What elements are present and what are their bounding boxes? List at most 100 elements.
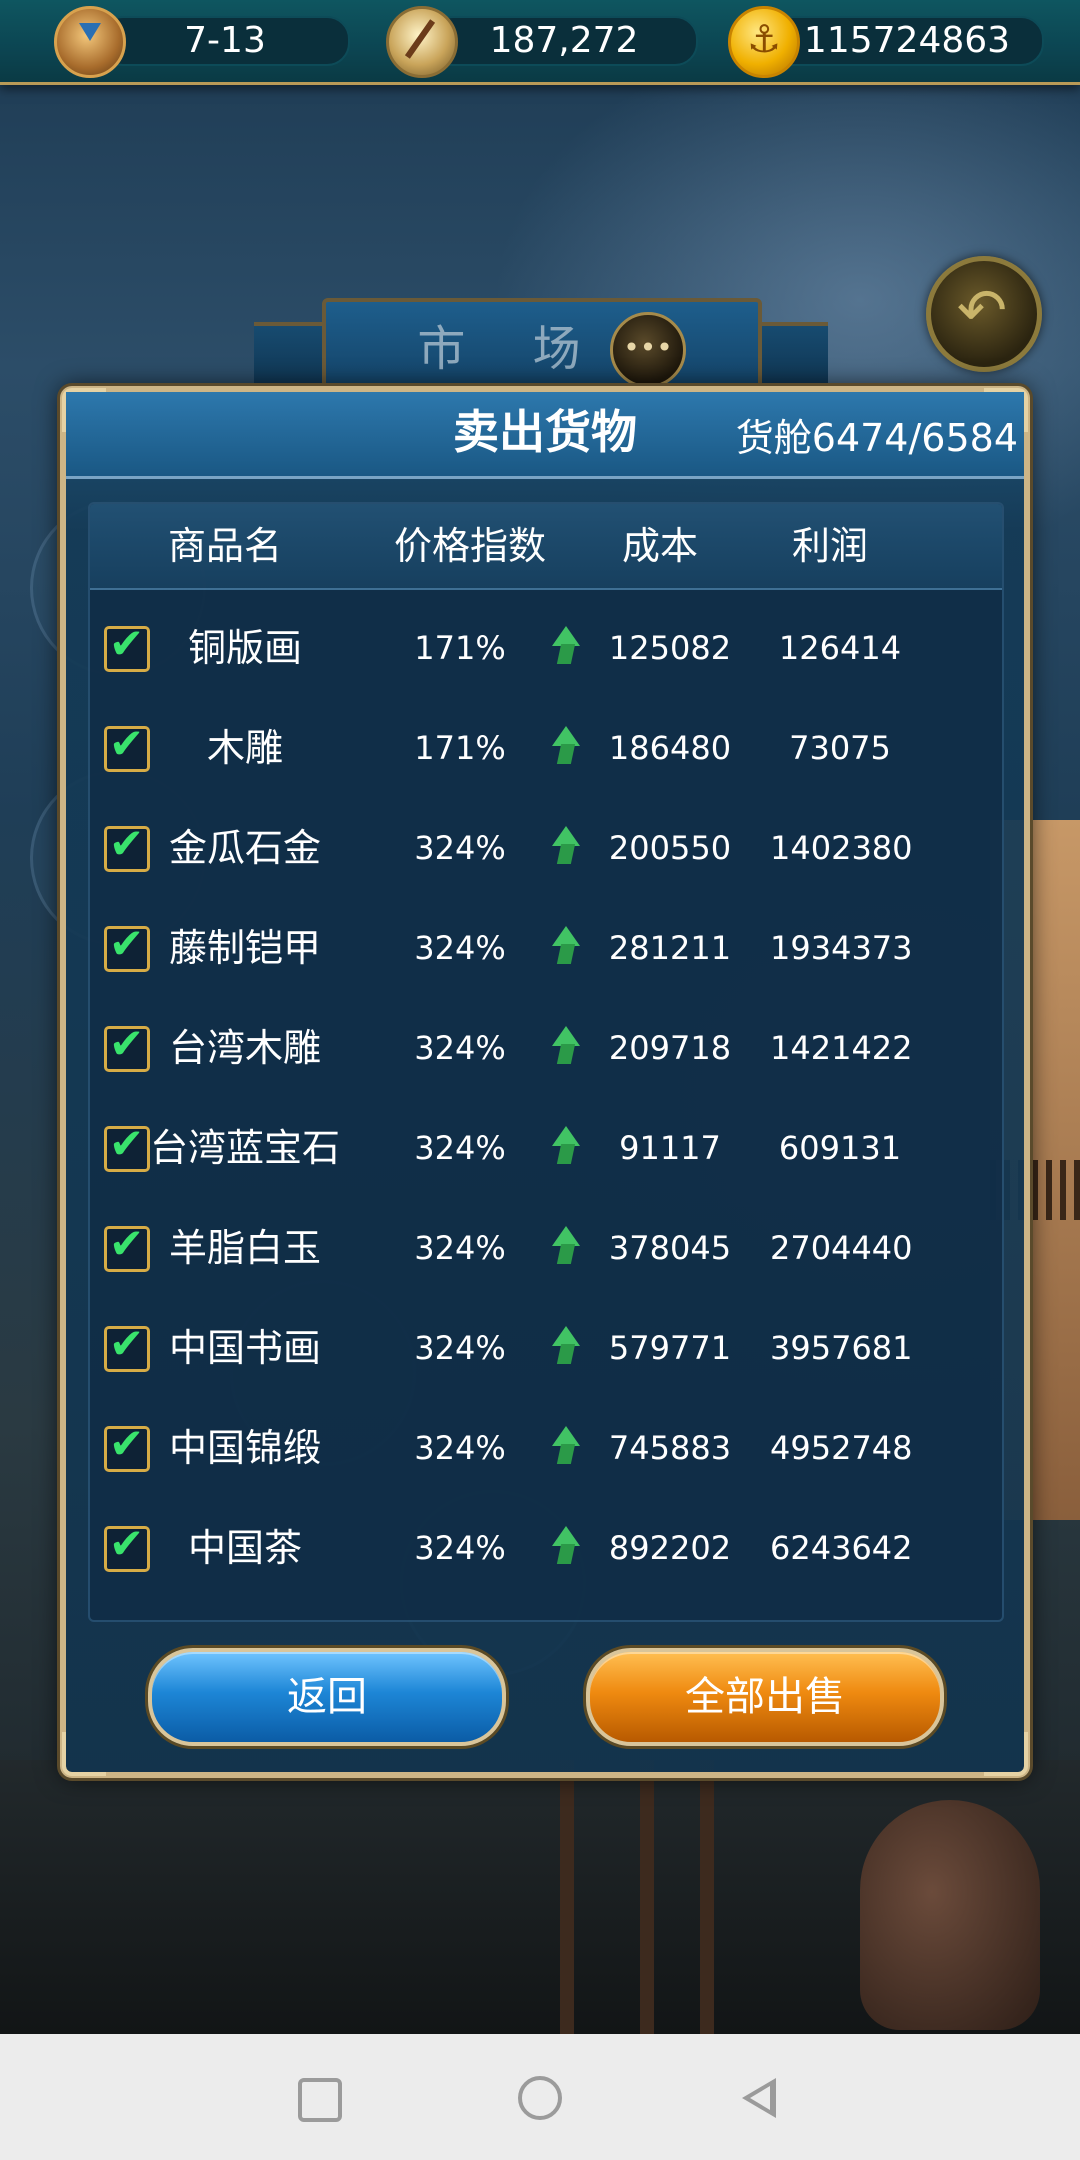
table-header: 商品名 价格指数 成本 利润: [90, 504, 1002, 590]
checkmark-icon: ✔: [109, 1219, 145, 1268]
compass-icon: [386, 6, 458, 78]
checkmark-icon: ✔: [109, 819, 145, 868]
table-row[interactable]: ✔ 中国茶 324% 892202 6243642: [90, 1498, 1002, 1598]
cost-value: 892202: [608, 1529, 732, 1567]
dialog-corner-ornament: [984, 1732, 1028, 1776]
system-navigation-bar: [0, 2034, 1080, 2160]
product-name: 金瓜石金: [168, 826, 321, 870]
price-index: 324%: [414, 1029, 506, 1067]
checkmark-icon: ✔: [109, 1019, 145, 1068]
background-post: [640, 1760, 654, 2034]
gold-coin-icon: [728, 6, 800, 78]
table-row[interactable]: ✔ 台湾蓝宝石 324% 91117 609131: [90, 1098, 1002, 1198]
price-index: 324%: [414, 1129, 506, 1167]
return-button[interactable]: ↶: [926, 256, 1042, 372]
up-arrow-icon: [552, 1326, 580, 1366]
dialog-header: 卖出货物 货舱6474/6584: [66, 392, 1024, 479]
profit-value: 6243642: [770, 1529, 913, 1567]
hourglass-icon: [54, 6, 126, 78]
price-index: 324%: [414, 1329, 506, 1367]
gold-display: 115724863: [770, 16, 1044, 66]
gold-value: 115724863: [803, 20, 1011, 61]
table-row[interactable]: ✔ 藤制铠甲 324% 281211 1934373: [90, 898, 1002, 998]
profit-value: 73075: [789, 729, 891, 767]
header-product-name: 商品名: [167, 524, 282, 568]
cargo-capacity: 货舱6474/6584: [735, 416, 1018, 460]
checkmark-icon: ✔: [109, 619, 145, 668]
sell-goods-dialog: 卖出货物 货舱6474/6584 商品名 价格指数 成本 利润 ✔ 铜版画 17…: [60, 386, 1030, 1778]
background-post: [700, 1760, 714, 2034]
checkmark-icon: ✔: [109, 1519, 145, 1568]
table-row[interactable]: ✔ 木雕 171% 186480 73075: [90, 698, 1002, 798]
cost-value: 579771: [608, 1329, 732, 1367]
checkmark-icon: ✔: [109, 1419, 145, 1468]
checkmark-icon: ✔: [109, 719, 145, 768]
product-name: 中国锦缎: [168, 1426, 321, 1470]
up-arrow-icon: [552, 1426, 580, 1466]
profit-value: 609131: [778, 1129, 902, 1167]
cost-value: 745883: [608, 1429, 732, 1467]
date-display: 7-13: [100, 16, 350, 66]
date-value: 7-13: [184, 20, 266, 61]
up-arrow-icon: [552, 926, 580, 966]
table-row[interactable]: ✔ 羊脂白玉 324% 378045 2704440: [90, 1198, 1002, 1298]
checkmark-icon: ✔: [109, 919, 145, 968]
product-name: 台湾木雕: [168, 1026, 321, 1070]
cost-value: 186480: [608, 729, 732, 767]
profit-value: 1934373: [770, 929, 913, 967]
back-triangle-icon[interactable]: [742, 2078, 776, 2118]
header-price-index: 价格指数: [393, 524, 546, 568]
product-name: 中国书画: [168, 1326, 321, 1370]
goods-table[interactable]: 商品名 价格指数 成本 利润 ✔ 铜版画 171% 125082 126414 …: [88, 502, 1004, 1622]
product-name: 台湾蓝宝石: [149, 1126, 340, 1170]
home-icon[interactable]: [518, 2076, 562, 2120]
up-arrow-icon: [552, 1526, 580, 1566]
product-name: 羊脂白玉: [168, 1226, 321, 1270]
cost-value: 200550: [608, 829, 732, 867]
price-index: 324%: [414, 1529, 506, 1567]
price-index: 324%: [414, 1429, 506, 1467]
profit-value: 3957681: [770, 1329, 913, 1367]
product-name: 木雕: [206, 726, 283, 770]
header-profit: 利润: [791, 524, 868, 568]
profit-value: 4952748: [770, 1429, 913, 1467]
table-row[interactable]: ✔ 铜版画 171% 125082 126414: [90, 598, 1002, 698]
cost-value: 125082: [608, 629, 732, 667]
product-name: 中国茶: [187, 1526, 302, 1570]
table-row[interactable]: ✔ 中国书画 324% 579771 3957681: [90, 1298, 1002, 1398]
profit-value: 2704440: [770, 1229, 913, 1267]
price-index: 324%: [414, 929, 506, 967]
market-title: 市 场: [417, 321, 607, 377]
table-row[interactable]: ✔ 中国锦缎 324% 745883 4952748: [90, 1398, 1002, 1498]
cost-value: 209718: [608, 1029, 732, 1067]
dialog-corner-ornament: [62, 1732, 106, 1776]
table-row[interactable]: ✔ 金瓜石金 324% 200550 1402380: [90, 798, 1002, 898]
recent-apps-icon[interactable]: [298, 2078, 342, 2122]
profit-value: 1402380: [770, 829, 913, 867]
sell-all-button[interactable]: 全部出售: [586, 1648, 944, 1746]
checkmark-icon: ✔: [109, 1319, 145, 1368]
price-index: 324%: [414, 829, 506, 867]
profit-value: 126414: [778, 629, 902, 667]
back-button[interactable]: 返回: [148, 1648, 506, 1746]
up-arrow-icon: [552, 1026, 580, 1066]
background-post: [560, 1760, 574, 2034]
top-status-bar: 7-13 187,272 115724863: [0, 0, 1080, 85]
checkmark-icon: ✔: [109, 1119, 145, 1168]
up-arrow-icon: [552, 626, 580, 666]
cost-value: 378045: [608, 1229, 732, 1267]
price-index: 171%: [414, 729, 506, 767]
reputation-value: 187,272: [489, 20, 639, 61]
up-arrow-icon: [552, 726, 580, 766]
up-arrow-icon: [552, 1126, 580, 1166]
return-arrow-icon: ↶: [956, 276, 1008, 346]
table-row[interactable]: ✔ 台湾木雕 324% 209718 1421422: [90, 998, 1002, 1098]
price-index: 324%: [414, 1229, 506, 1267]
price-index: 171%: [414, 629, 506, 667]
chat-bubble-icon[interactable]: •••: [610, 312, 686, 388]
product-name: 藤制铠甲: [168, 926, 321, 970]
background-urn: [860, 1800, 1040, 2030]
cost-value: 91117: [619, 1129, 721, 1167]
profit-value: 1421422: [770, 1029, 913, 1067]
up-arrow-icon: [552, 826, 580, 866]
